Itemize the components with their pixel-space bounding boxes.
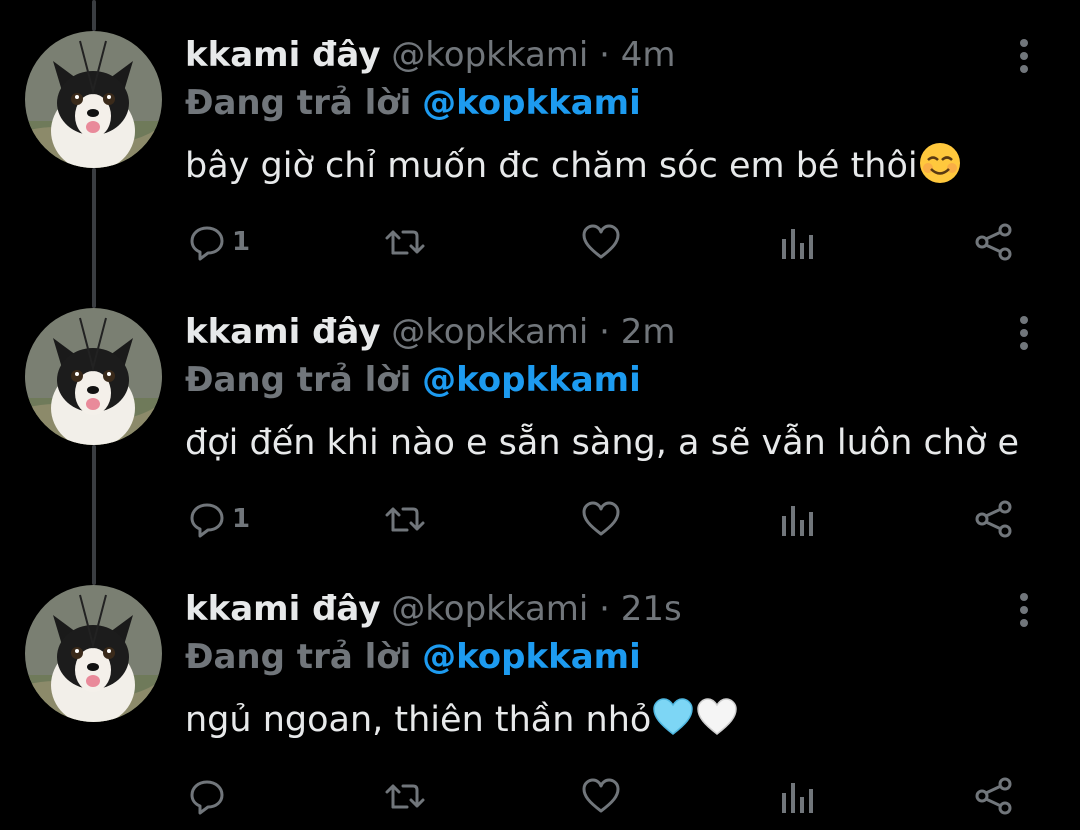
avatar[interactable] (25, 308, 162, 445)
analytics-button[interactable] (780, 774, 816, 818)
avatar[interactable] (25, 31, 162, 168)
tweet[interactable]: kkami đây @kopkkami · 21s Đang trả lời @… (0, 554, 1080, 830)
tweet-text: đợi đến khi nào e sẵn sàng, a sẽ vẫn luô… (185, 417, 1019, 469)
more-options-icon[interactable] (1008, 315, 1040, 351)
white-heart-icon (695, 695, 739, 754)
replying-to: Đang trả lời @kopkkami (185, 80, 641, 126)
smiling-face-icon (918, 141, 962, 200)
separator-dot: · (599, 312, 610, 352)
tweet-text: bây giờ chỉ muốn đc chăm sóc em bé thôi (185, 140, 962, 200)
share-icon (974, 776, 1014, 816)
like-button[interactable] (581, 220, 621, 264)
retweet-icon (383, 777, 427, 815)
retweet-button[interactable] (383, 497, 427, 541)
tweet-actions (0, 774, 1080, 818)
analytics-button[interactable] (780, 220, 816, 264)
replying-to: Đang trả lời @kopkkami (185, 357, 641, 403)
light-blue-heart-icon (651, 695, 695, 754)
share-button[interactable] (974, 774, 1014, 818)
display-name[interactable]: kkami đây (185, 589, 380, 629)
reply-count: 1 (232, 227, 251, 257)
retweet-button[interactable] (383, 220, 427, 264)
tweet-text-content: ngủ ngoan, thiên thần nhỏ (185, 700, 652, 740)
analytics-button[interactable] (780, 497, 816, 541)
reply-count: 1 (232, 504, 251, 534)
retweet-button[interactable] (383, 774, 427, 818)
separator-dot: · (599, 35, 610, 75)
replying-to-label: Đang trả lời (185, 637, 412, 677)
tweet-actions: 1 (0, 497, 1080, 541)
tweet-text-content: bây giờ chỉ muốn đc chăm sóc em bé thôi (185, 146, 918, 186)
tweet-text: ngủ ngoan, thiên thần nhỏ (185, 694, 739, 754)
tweet-header: kkami đây @kopkkami · 21s (185, 586, 682, 632)
user-handle[interactable]: @kopkkami (391, 589, 588, 629)
tweet[interactable]: kkami đây @kopkkami · 2m Đang trả lời @k… (0, 277, 1080, 554)
timestamp[interactable]: 4m (621, 35, 676, 75)
tweet-actions: 1 (0, 220, 1080, 264)
share-button[interactable] (974, 497, 1014, 541)
avatar[interactable] (25, 585, 162, 722)
timestamp[interactable]: 2m (621, 312, 676, 352)
tweet-thread: kkami đây @kopkkami · 4m Đang trả lời @k… (0, 0, 1080, 830)
reply-button[interactable]: 1 (188, 497, 250, 541)
tweet-text-content: đợi đến khi nào e sẵn sàng, a sẽ vẫn luô… (185, 423, 1020, 463)
tweet[interactable]: kkami đây @kopkkami · 4m Đang trả lời @k… (0, 0, 1080, 277)
tweet-header: kkami đây @kopkkami · 2m (185, 309, 676, 355)
more-options-icon[interactable] (1008, 592, 1040, 628)
reply-button[interactable] (188, 774, 232, 818)
heart-icon (581, 777, 621, 815)
replying-to-label: Đang trả lời (185, 360, 412, 400)
reply-button[interactable]: 1 (188, 220, 250, 264)
mention-link[interactable]: @kopkkami (422, 637, 641, 677)
display-name[interactable]: kkami đây (185, 312, 380, 352)
heart-icon (581, 500, 621, 538)
analytics-icon (780, 500, 816, 538)
mention-link[interactable]: @kopkkami (422, 83, 641, 123)
analytics-icon (780, 223, 816, 261)
mention-link[interactable]: @kopkkami (422, 360, 641, 400)
timestamp[interactable]: 21s (621, 589, 682, 629)
replying-to-label: Đang trả lời (185, 83, 412, 123)
heart-icon (581, 223, 621, 261)
share-icon (974, 222, 1014, 262)
reply-icon (188, 223, 226, 261)
more-options-icon[interactable] (1008, 38, 1040, 74)
retweet-icon (383, 223, 427, 261)
separator-dot: · (599, 589, 610, 629)
display-name[interactable]: kkami đây (185, 35, 380, 75)
reply-icon (188, 777, 226, 815)
share-button[interactable] (974, 220, 1014, 264)
replying-to: Đang trả lời @kopkkami (185, 634, 641, 680)
retweet-icon (383, 500, 427, 538)
like-button[interactable] (581, 497, 621, 541)
user-handle[interactable]: @kopkkami (391, 312, 588, 352)
analytics-icon (780, 777, 816, 815)
tweet-header: kkami đây @kopkkami · 4m (185, 32, 676, 78)
user-handle[interactable]: @kopkkami (391, 35, 588, 75)
reply-icon (188, 500, 226, 538)
share-icon (974, 499, 1014, 539)
like-button[interactable] (581, 774, 621, 818)
